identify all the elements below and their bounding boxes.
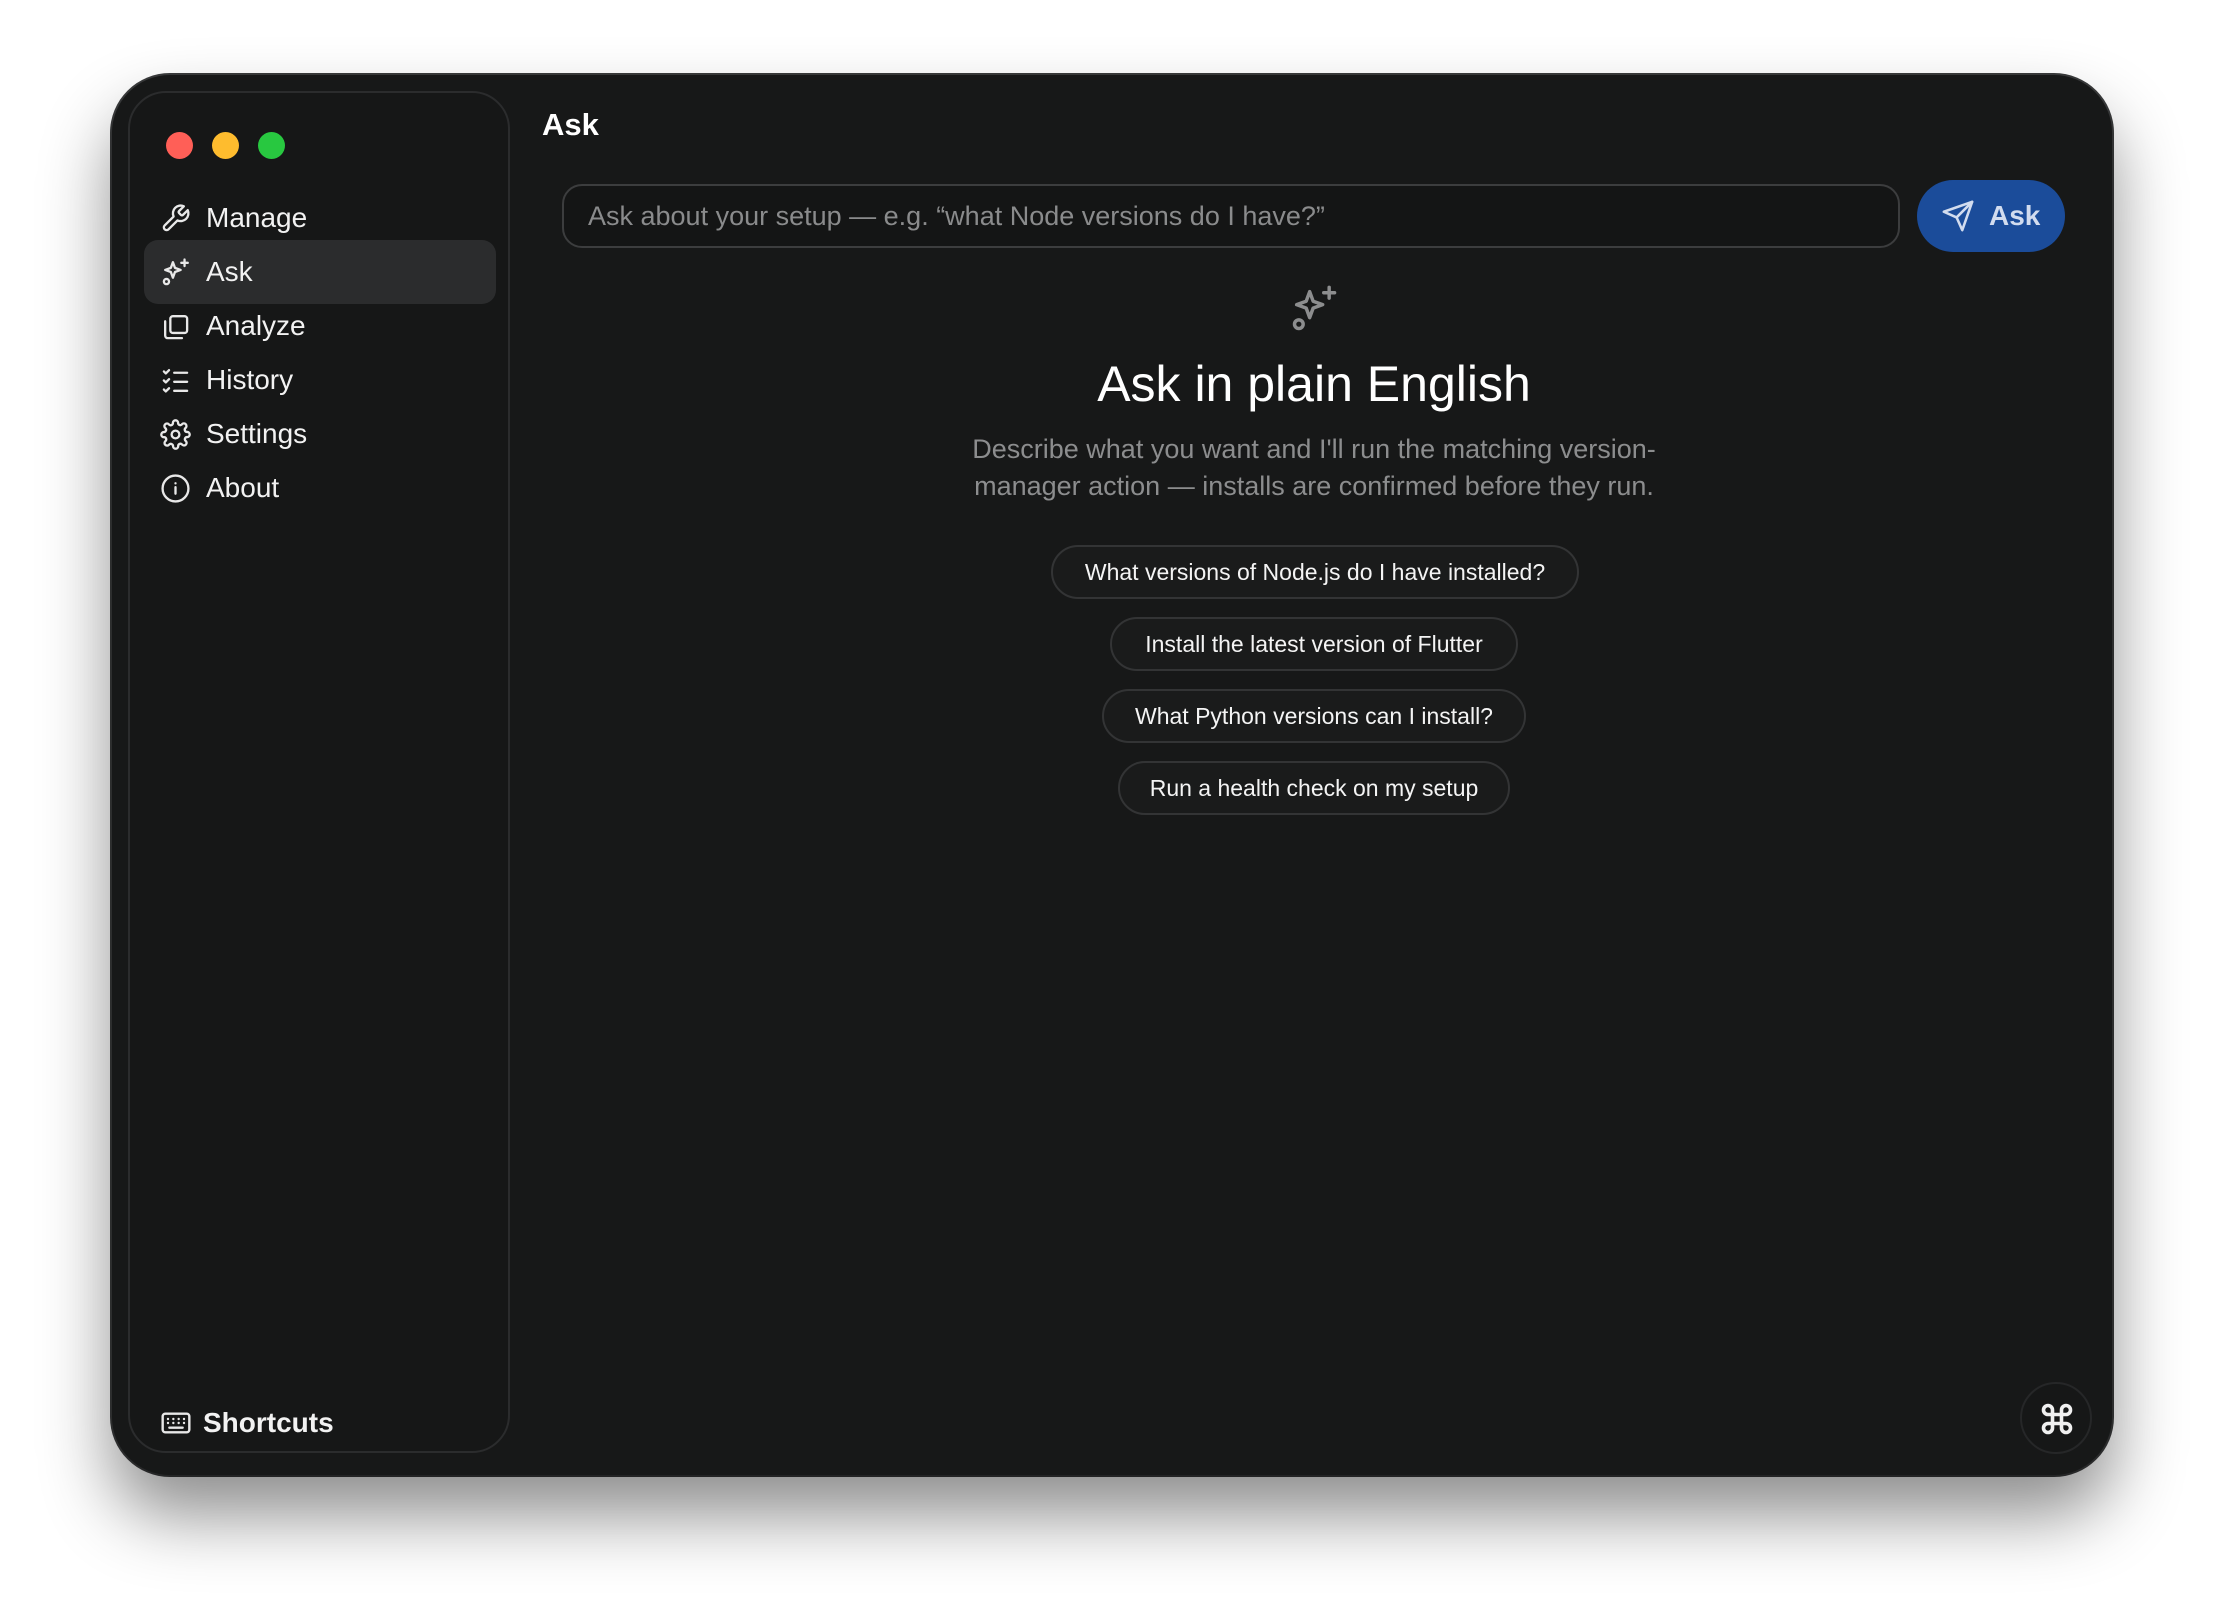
page-title: Ask	[542, 107, 599, 142]
sidebar-item-label: Analyze	[206, 310, 306, 341]
sidebar-item-label: Ask	[206, 256, 253, 287]
sidebar: Manage Ask Analyze History Settings Abou…	[128, 91, 510, 1453]
suggestion-chip[interactable]: What Python versions can I install?	[1102, 689, 1526, 743]
minimize-window-button[interactable]	[212, 132, 239, 159]
ask-button-label: Ask	[1989, 200, 2041, 231]
keyboard-icon	[161, 1412, 191, 1434]
sidebar-item-label: Manage	[206, 202, 308, 233]
app-window: Manage Ask Analyze History Settings Abou…	[112, 75, 2112, 1475]
sidebar-item-label: About	[206, 472, 280, 503]
send-icon	[1942, 200, 1974, 232]
search-input[interactable]	[562, 184, 1900, 248]
copy-icon	[164, 315, 189, 340]
shortcuts-label: Shortcuts	[203, 1407, 334, 1438]
list-checks-icon	[162, 369, 189, 393]
gear-icon	[160, 419, 191, 450]
suggestion-chip[interactable]: Install the latest version of Flutter	[1110, 617, 1518, 671]
sparkles-icon	[162, 258, 189, 286]
sidebar-item-about[interactable]: About	[144, 456, 496, 520]
ask-button[interactable]: Ask	[1917, 180, 2065, 252]
zoom-window-button[interactable]	[258, 132, 285, 159]
sidebar-item-label: History	[206, 364, 294, 395]
suggestion-chip[interactable]: What versions of Node.js do I have insta…	[1051, 545, 1579, 599]
sidebar-item-label: Settings	[206, 418, 308, 449]
info-icon	[161, 474, 190, 503]
command-icon	[2041, 1403, 2073, 1435]
sparkles-icon	[1292, 285, 1337, 331]
shortcuts-button[interactable]: Shortcuts	[160, 1403, 460, 1443]
empty-state-title: Ask in plain English	[1097, 356, 1531, 412]
command-palette-button[interactable]	[2020, 1382, 2092, 1454]
wrench-icon	[162, 204, 190, 232]
close-window-button[interactable]	[166, 132, 193, 159]
empty-state-description: Describe what you want and I'll run the …	[972, 434, 1656, 501]
suggestion-chip[interactable]: Run a health check on my setup	[1118, 761, 1510, 815]
